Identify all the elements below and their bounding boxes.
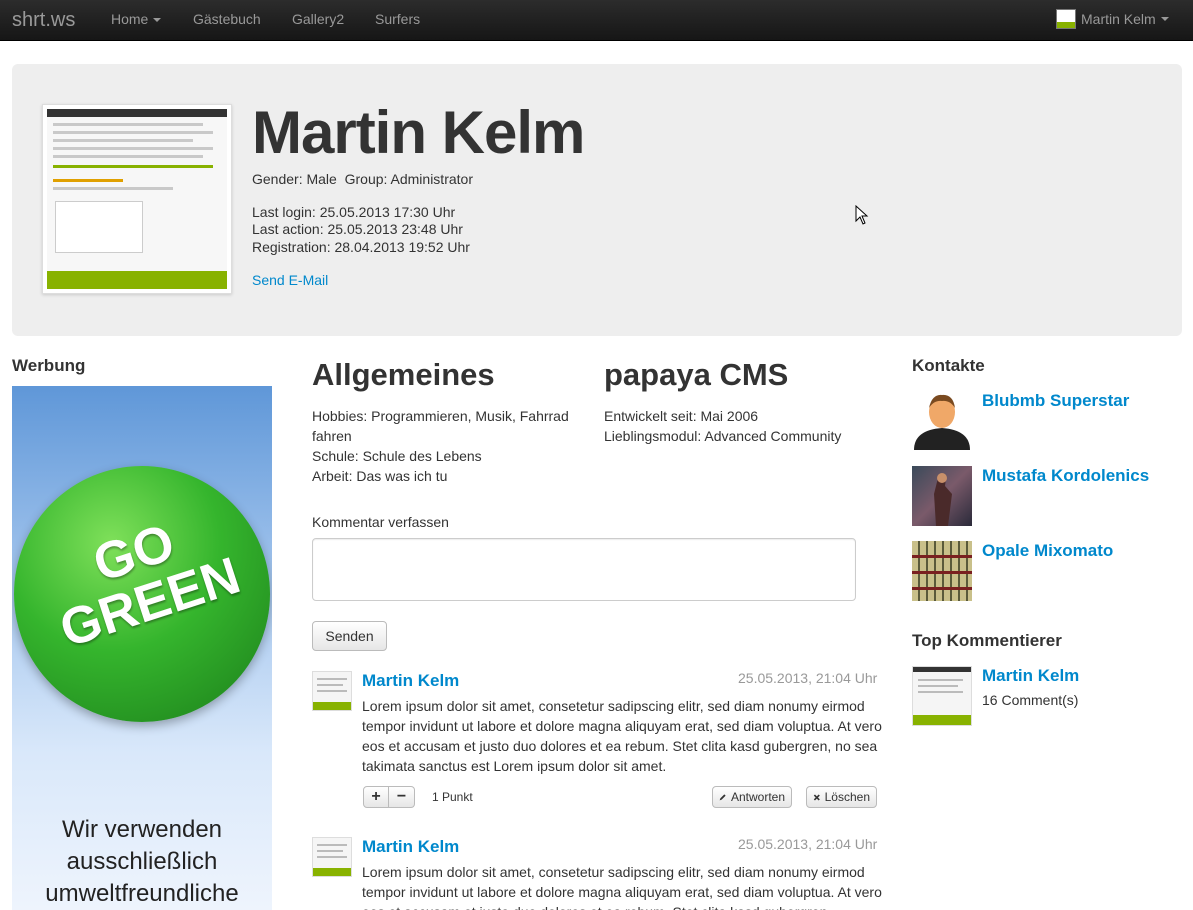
profile-avatar xyxy=(42,104,232,294)
nav-surfers[interactable]: Surfers xyxy=(375,11,420,27)
shelves-image-icon xyxy=(912,555,972,590)
top-commenter-link[interactable]: Martin Kelm xyxy=(982,666,1079,686)
profile-gender-group: Gender: Male Group: Administrator xyxy=(252,171,473,187)
comment-avatar xyxy=(312,837,352,877)
ad-banner[interactable]: GO GREEN Wir verwenden ausschließlich um… xyxy=(12,386,272,910)
profile-avatar-image xyxy=(47,109,227,289)
lieblingsmodul-text: Lieblingsmodul: Advanced Community xyxy=(604,428,842,444)
comment-date: 25.05.2013, 21:04 Uhr xyxy=(738,670,878,686)
papaya-info: Entwickelt seit: Mai 2006 Lieblingsmodul… xyxy=(604,406,884,446)
profile-last-login: Last login: 25.05.2013 17:30 Uhr xyxy=(252,204,456,220)
comment-body: Lorem ipsum dolor sit amet, consetetur s… xyxy=(362,864,882,910)
comment-author-link[interactable]: Martin Kelm xyxy=(362,837,459,857)
hobbies-text: Hobbies: Programmieren, Musik, Fahrrad f… xyxy=(312,408,569,444)
allgemeines-info: Hobbies: Programmieren, Musik, Fahrrad f… xyxy=(312,406,592,486)
pencil-icon xyxy=(719,794,726,801)
contact-avatar[interactable] xyxy=(912,390,972,450)
ad-go-text: GO GREEN xyxy=(12,489,272,667)
comment-textarea[interactable] xyxy=(312,538,856,601)
contact-avatar[interactable] xyxy=(912,466,972,526)
allgemeines-title: Allgemeines xyxy=(312,357,495,392)
default-user-icon xyxy=(914,394,970,450)
gender-group-text: Gender: Male Group: Administrator xyxy=(252,171,473,187)
user-menu[interactable]: Martin Kelm xyxy=(1056,9,1169,29)
user-menu-label: Martin Kelm xyxy=(1081,11,1156,27)
top-commenter-title: Top Kommentierer xyxy=(912,631,1062,650)
kontakte-title: Kontakte xyxy=(912,356,985,375)
profile-name: Martin Kelm xyxy=(252,99,585,166)
contact-link[interactable]: Blubmb Superstar xyxy=(982,391,1129,411)
go-green-badge: GO GREEN xyxy=(14,466,270,722)
nav-home-label: Home xyxy=(111,11,149,27)
send-email-link[interactable]: Send E-Mail xyxy=(252,272,328,288)
contact-avatar[interactable] xyxy=(912,541,972,601)
papaya-title: papaya CMS xyxy=(604,357,789,392)
vote-down-button[interactable]: − xyxy=(389,786,415,808)
navbar: shrt.ws Home Gästebuch Gallery2 Surfers … xyxy=(0,0,1193,41)
delete-label: Löschen xyxy=(824,790,870,804)
profile-hero: Martin Kelm Gender: Male Group: Administ… xyxy=(12,64,1182,336)
comment-date: 25.05.2013, 21:04 Uhr xyxy=(738,836,878,852)
ad-text-line3: umweltfreundliche xyxy=(45,880,239,907)
close-icon xyxy=(813,793,820,801)
mouse-cursor-icon xyxy=(855,205,869,225)
werbung-title: Werbung xyxy=(12,356,86,375)
vote-up-button[interactable]: + xyxy=(363,786,389,808)
profile-last-action: Last action: 25.05.2013 23:48 Uhr xyxy=(252,221,463,237)
nav-home[interactable]: Home xyxy=(111,11,162,27)
comment-points: 1 Punkt xyxy=(432,790,473,804)
schule-text: Schule: Schule des Lebens xyxy=(312,448,482,464)
send-button[interactable]: Senden xyxy=(312,621,387,651)
reply-button[interactable]: Antworten xyxy=(712,786,792,808)
user-avatar xyxy=(1056,9,1076,29)
top-commenter-avatar[interactable] xyxy=(912,666,972,726)
arbeit-text: Arbeit: Das was ich tu xyxy=(312,468,448,484)
comment-author-link[interactable]: Martin Kelm xyxy=(362,671,459,691)
comment-body: Lorem ipsum dolor sit amet, consetetur s… xyxy=(362,698,882,774)
entwickelt-text: Entwickelt seit: Mai 2006 xyxy=(604,408,759,424)
ad-text-line2: ausschließlich xyxy=(66,848,218,875)
vote-group: + − xyxy=(363,786,415,808)
reply-label: Antworten xyxy=(730,790,785,804)
ad-text-line1: Wir verwenden xyxy=(61,816,223,843)
warrior-figure-icon xyxy=(934,473,952,526)
delete-button[interactable]: Löschen xyxy=(806,786,877,808)
comment-avatar xyxy=(312,671,352,711)
comment-label: Kommentar verfassen xyxy=(312,514,449,530)
chevron-down-icon xyxy=(1160,17,1169,21)
contact-link[interactable]: Opale Mixomato xyxy=(982,541,1113,561)
chevron-down-icon xyxy=(153,18,162,23)
brand-link[interactable]: shrt.ws xyxy=(12,9,75,32)
top-commenter-count: 16 Comment(s) xyxy=(982,692,1079,708)
ad-text: Wir verwenden ausschließlich umweltfreun… xyxy=(12,814,272,910)
nav-gaestebuch[interactable]: Gästebuch xyxy=(193,11,261,27)
profile-registration: Registration: 28.04.2013 19:52 Uhr xyxy=(252,239,470,255)
nav-gallery2[interactable]: Gallery2 xyxy=(292,11,344,27)
contact-link[interactable]: Mustafa Kordolenics xyxy=(982,466,1149,486)
